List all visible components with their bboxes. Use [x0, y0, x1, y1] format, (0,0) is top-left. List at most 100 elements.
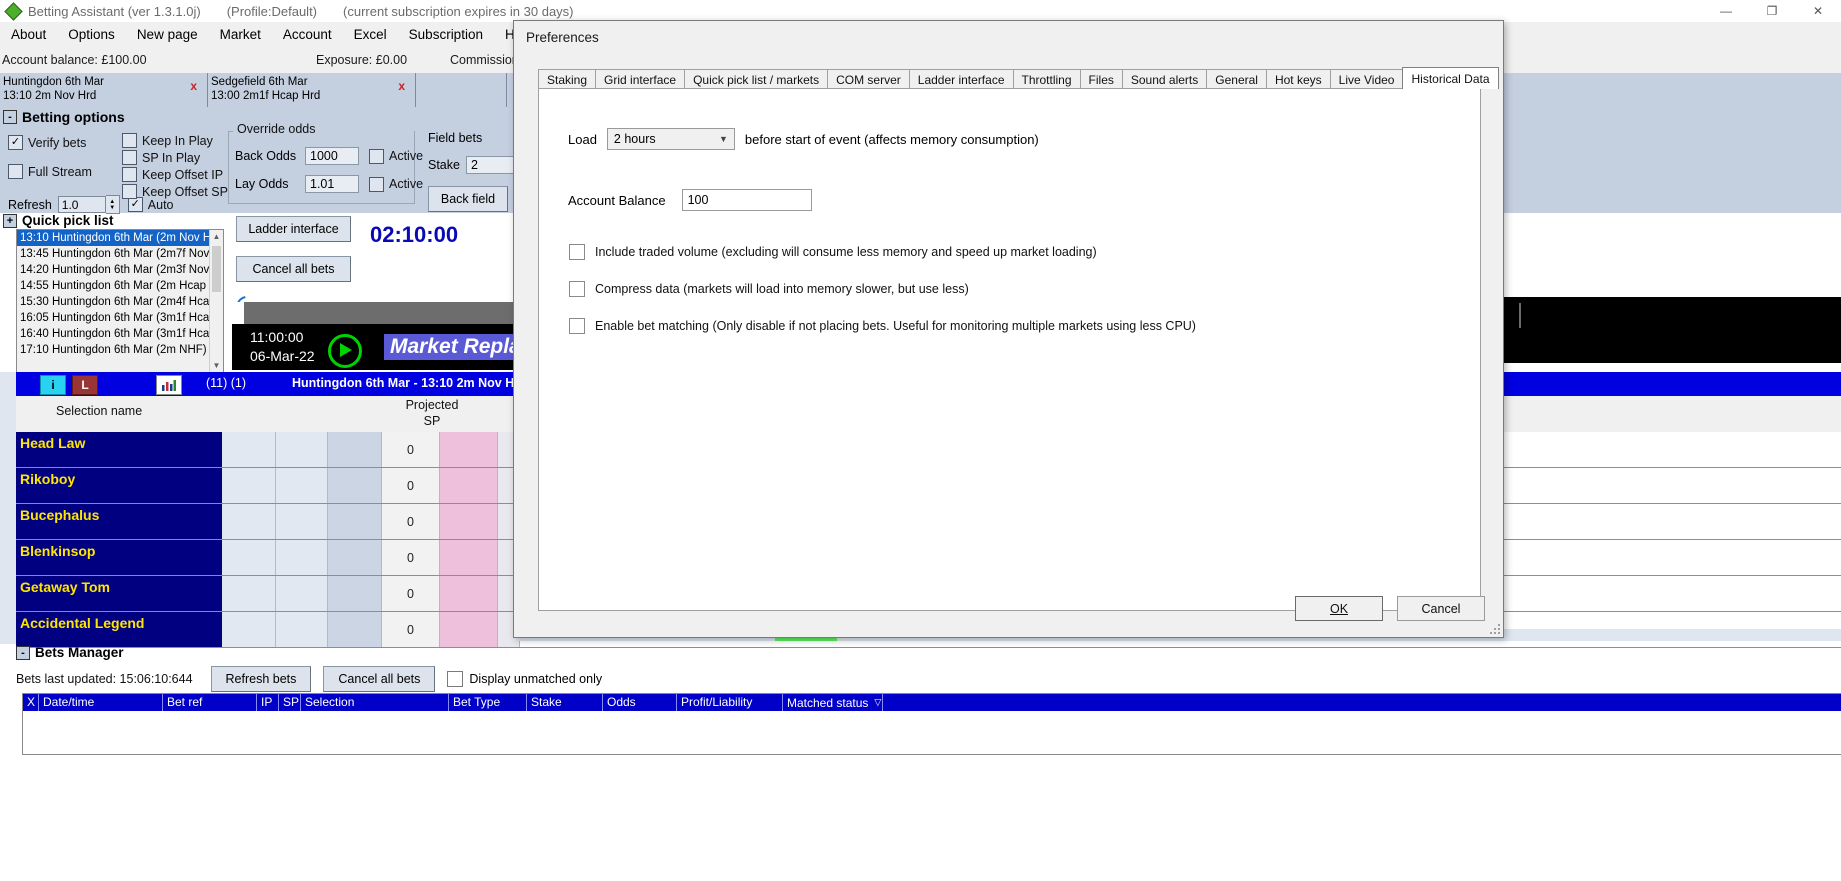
scroll-down-icon[interactable]: ▼: [210, 359, 223, 372]
cancel-all-bets-button[interactable]: Cancel all bets: [236, 256, 351, 282]
compress-data-checkbox[interactable]: Compress data (markets will load into me…: [569, 281, 969, 297]
bar-chart-icon[interactable]: [156, 375, 182, 395]
list-item[interactable]: 13:45 Huntingdon 6th Mar (2m7f Nov Hcap …: [17, 246, 223, 262]
tab-general[interactable]: General: [1206, 69, 1267, 89]
resize-grip-icon[interactable]: [1488, 622, 1500, 634]
scrollbar-thumb[interactable]: [212, 246, 221, 292]
maximize-icon[interactable]: ❐: [1749, 0, 1795, 22]
list-item[interactable]: 14:20 Huntingdon 6th Mar (2m3f Nov Hrd): [17, 262, 223, 278]
back-cell[interactable]: [222, 468, 276, 503]
tab-com-server[interactable]: COM server: [827, 69, 910, 89]
back-cell-2[interactable]: [276, 540, 328, 575]
lay-cell[interactable]: [440, 612, 498, 647]
column-selection[interactable]: Selection: [301, 694, 449, 711]
collapse-toggle-icon[interactable]: -: [3, 110, 17, 124]
list-item[interactable]: 13:10 Huntingdon 6th Mar (2m Nov Hrd): [17, 230, 223, 246]
cancel-all-bets-button-bm[interactable]: Cancel all bets: [323, 666, 436, 692]
column-odds[interactable]: Odds: [603, 694, 677, 711]
play-icon[interactable]: [328, 334, 362, 368]
column-x[interactable]: X: [23, 694, 39, 711]
back-cell-2[interactable]: [276, 576, 328, 611]
back-cell-2[interactable]: [276, 432, 328, 467]
tab-quick-pick-list-markets[interactable]: Quick pick list / markets: [684, 69, 829, 89]
load-window-select[interactable]: 2 hours ▼: [606, 128, 735, 150]
back-cell-3[interactable]: [328, 468, 382, 503]
list-item[interactable]: 16:05 Huntingdon 6th Mar (3m1f Hcap Hrd): [17, 310, 223, 326]
keep-in-play-checkbox[interactable]: Keep In Play: [122, 133, 228, 148]
tab-staking[interactable]: Staking: [538, 69, 597, 89]
sort-descending-icon[interactable]: ▽: [874, 697, 881, 708]
menu-options[interactable]: Options: [57, 24, 126, 45]
back-cell-2[interactable]: [276, 468, 328, 503]
market-tab-close-icon[interactable]: x: [190, 79, 197, 93]
menu-new-page[interactable]: New page: [126, 24, 209, 45]
tab-hot-keys[interactable]: Hot keys: [1265, 69, 1331, 89]
ladder-interface-button[interactable]: Ladder interface: [236, 216, 351, 242]
back-odds-input[interactable]: [305, 147, 359, 165]
list-item[interactable]: 16:40 Huntingdon 6th Mar (3m1f Hcap Hrd): [17, 326, 223, 342]
menu-about[interactable]: About: [0, 24, 57, 45]
lay-cell[interactable]: [440, 432, 498, 467]
list-item[interactable]: 15:30 Huntingdon 6th Mar (2m4f Hcap Chs): [17, 294, 223, 310]
info-icon[interactable]: i: [40, 375, 66, 395]
column-matched-status[interactable]: Matched status ▽: [783, 694, 883, 711]
lay-cell[interactable]: [440, 468, 498, 503]
tab-throttling[interactable]: Throttling: [1012, 69, 1081, 89]
column-bet-type[interactable]: Bet Type: [449, 694, 527, 711]
minimize-icon[interactable]: —: [1703, 0, 1749, 22]
list-item[interactable]: 14:55 Huntingdon 6th Mar (2m Hcap Hrd): [17, 278, 223, 294]
back-cell-3[interactable]: [328, 576, 382, 611]
tab-live-video[interactable]: Live Video: [1329, 69, 1404, 89]
tab-files[interactable]: Files: [1079, 69, 1123, 89]
market-tab-sedgefield[interactable]: Sedgefield 6th Mar 13:00 2m1f Hcap Hrd x: [208, 73, 416, 107]
tab-grid-interface[interactable]: Grid interface: [595, 69, 686, 89]
back-cell-3[interactable]: [328, 504, 382, 539]
enable-bet-matching-checkbox[interactable]: Enable bet matching (Only disable if not…: [569, 318, 1196, 334]
back-odds-active-checkbox[interactable]: Active: [369, 148, 423, 164]
full-stream-checkbox[interactable]: Full Stream: [8, 164, 92, 179]
sp-in-play-checkbox[interactable]: SP In Play: [122, 150, 228, 165]
back-cell-3[interactable]: [328, 540, 382, 575]
back-cell-2[interactable]: [276, 504, 328, 539]
column-sp[interactable]: SP: [279, 694, 301, 711]
lay-odds-input[interactable]: [305, 175, 359, 193]
tab-sound-alerts[interactable]: Sound alerts: [1121, 69, 1208, 89]
quick-pick-list[interactable]: 13:10 Huntingdon 6th Mar (2m Nov Hrd) 13…: [16, 229, 224, 373]
back-field-button[interactable]: Back field: [428, 186, 508, 212]
quick-pick-scrollbar[interactable]: ▲ ▼: [209, 230, 223, 372]
menu-subscription[interactable]: Subscription: [398, 24, 494, 45]
column-profit-liability[interactable]: Profit/Liability: [677, 694, 783, 711]
keep-offset-ip-checkbox[interactable]: Keep Offset IP: [122, 167, 228, 182]
lay-cell[interactable]: [440, 504, 498, 539]
refresh-input[interactable]: [57, 196, 106, 213]
market-tab-close-icon[interactable]: x: [398, 79, 405, 93]
menu-excel[interactable]: Excel: [343, 24, 398, 45]
menu-market[interactable]: Market: [209, 24, 272, 45]
display-unmatched-checkbox[interactable]: Display unmatched only: [447, 671, 602, 687]
ok-button[interactable]: OK: [1295, 596, 1383, 621]
column-ip[interactable]: IP: [257, 694, 279, 711]
tab-ladder-interface[interactable]: Ladder interface: [908, 69, 1014, 89]
collapse-toggle-icon[interactable]: -: [16, 645, 30, 660]
back-cell[interactable]: [222, 612, 276, 647]
lay-odds-active-checkbox[interactable]: Active: [369, 176, 423, 192]
back-cell[interactable]: [222, 540, 276, 575]
back-cell-3[interactable]: [328, 432, 382, 467]
refresh-spinner[interactable]: ▲ ▼: [105, 195, 120, 214]
scroll-up-icon[interactable]: ▲: [210, 230, 223, 243]
market-tab-huntingdon[interactable]: Huntingdon 6th Mar 13:10 2m Nov Hrd x: [0, 73, 208, 107]
back-cell[interactable]: [222, 504, 276, 539]
menu-account[interactable]: Account: [272, 24, 343, 45]
column-stake[interactable]: Stake: [527, 694, 603, 711]
lay-icon[interactable]: L: [72, 375, 98, 395]
expand-toggle-icon[interactable]: +: [3, 213, 17, 228]
account-balance-input[interactable]: [681, 189, 812, 211]
keep-offset-sp-checkbox[interactable]: Keep Offset SP: [122, 184, 228, 199]
back-cell-2[interactable]: [276, 612, 328, 647]
back-cell-3[interactable]: [328, 612, 382, 647]
tab-historical-data[interactable]: Historical Data: [1402, 67, 1499, 89]
column-datetime[interactable]: Date/time: [39, 694, 163, 711]
back-cell[interactable]: [222, 432, 276, 467]
refresh-bets-button[interactable]: Refresh bets: [210, 666, 312, 692]
column-bet-ref[interactable]: Bet ref: [163, 694, 257, 711]
